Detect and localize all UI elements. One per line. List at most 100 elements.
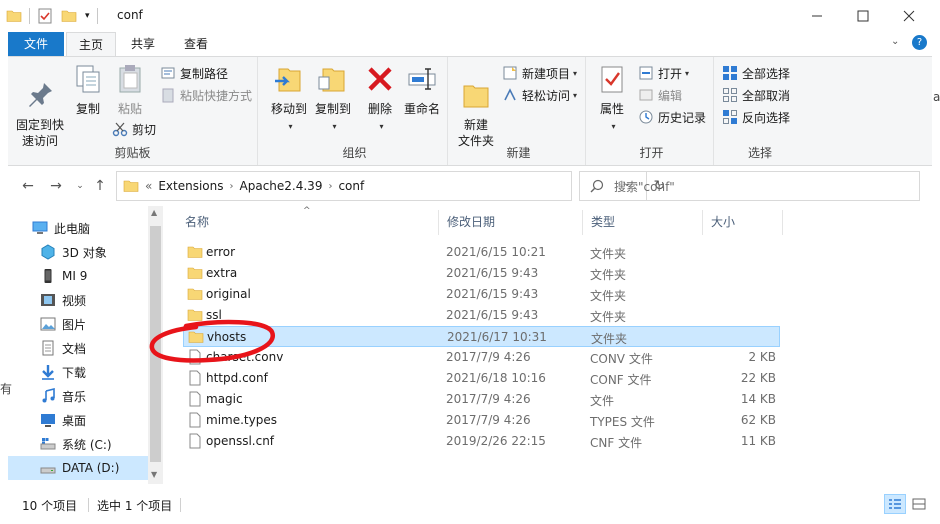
table-row[interactable]: extra 2021/6/15 9:43 文件夹 [183, 263, 780, 284]
new-folder-icon[interactable] [61, 8, 77, 24]
help-icon[interactable]: ? [912, 35, 927, 50]
nav-item-documents[interactable]: 文档 [8, 336, 148, 360]
breadcrumb-apache[interactable]: Apache2.4.39 [240, 179, 323, 193]
chevron-down-icon: ▾ [611, 122, 616, 131]
nav-item-downloads[interactable]: 下载 [8, 360, 148, 384]
edit-button[interactable]: 编辑 [638, 85, 682, 105]
scroll-up-icon[interactable]: ▲ [151, 208, 157, 217]
table-row[interactable]: mime.types 2017/7/9 4:26 TYPES 文件 62 KB [183, 410, 780, 431]
address-bar[interactable]: « Extensions › Apache2.4.39 › conf ⌄ ↻ [116, 171, 665, 201]
select-all-button[interactable]: 全部选择 [722, 63, 790, 83]
nav-item-desktop[interactable]: 桌面 [8, 408, 148, 432]
invert-selection-icon [723, 110, 737, 124]
chevron-down-icon: ⌄ [76, 181, 84, 191]
table-row[interactable]: openssl.cnf 2019/2/26 22:15 CNF 文件 11 KB [183, 431, 780, 452]
copy-to-icon [318, 68, 345, 92]
search-input[interactable]: 搜索"conf" [579, 171, 920, 201]
rename-button[interactable]: 重命名 [400, 63, 444, 117]
cut-label: 剪切 [132, 122, 157, 137]
table-row[interactable]: magic 2017/7/9 4:26 文件 14 KB [183, 389, 780, 410]
tab-file[interactable]: 文件 [8, 32, 64, 56]
scroll-down-icon[interactable]: ▼ [151, 470, 157, 479]
navigation-pane: 此电脑 3D 对象 MI 9 视频 图片 文档 下载 音乐 桌面 系统 (C:)… [8, 206, 148, 484]
breadcrumb-conf[interactable]: conf [338, 179, 364, 193]
move-to-icon [275, 68, 301, 92]
invert-selection-button[interactable]: 反向选择 [722, 107, 790, 127]
forward-button[interactable]: → [46, 176, 66, 196]
paste-shortcut-button[interactable]: 粘贴快捷方式 [160, 85, 252, 105]
maximize-icon [857, 10, 869, 22]
properties-label: 属性 [599, 102, 624, 116]
copy-to-button[interactable]: 复制到 ▾ [310, 63, 356, 135]
file-date: 2017/7/9 4:26 [446, 350, 531, 364]
nav-item-this-pc[interactable]: 此电脑 [8, 216, 148, 240]
table-row[interactable]: httpd.conf 2021/6/18 10:16 CONF 文件 22 KB [183, 368, 780, 389]
select-none-label: 全部取消 [742, 88, 791, 103]
nav-item-drive-d[interactable]: DATA (D:) [8, 456, 148, 480]
copy-path-icon [161, 67, 175, 79]
chevron-right-icon[interactable]: › [328, 181, 332, 192]
column-header-date[interactable]: 修改日期 [439, 210, 583, 235]
file-date: 2017/7/9 4:26 [446, 413, 531, 427]
search-icon [590, 179, 604, 193]
file-type: CONF 文件 [590, 373, 652, 387]
large-icons-view-icon [912, 498, 926, 510]
copy-path-button[interactable]: 复制路径 [160, 63, 228, 83]
details-view-button[interactable] [884, 494, 906, 514]
delete-button[interactable]: 删除 ▾ [362, 63, 398, 135]
up-button[interactable]: ↑ [90, 176, 110, 196]
chevron-down-icon: ▾ [288, 122, 293, 131]
column-header-type[interactable]: 类型 [583, 210, 703, 235]
pin-to-quick-access-button[interactable]: 固定到快 速访问 [14, 63, 66, 149]
properties-check-icon[interactable] [37, 8, 53, 24]
cut-button[interactable]: 剪切 [112, 119, 156, 139]
open-icon [639, 66, 653, 80]
recent-locations-button[interactable]: ⌄ [70, 176, 90, 196]
tab-share[interactable]: 共享 [118, 32, 168, 56]
back-button[interactable]: ← [18, 176, 38, 196]
select-all-icon [723, 66, 737, 80]
close-button[interactable] [886, 0, 932, 32]
history-button[interactable]: 历史记录 [638, 107, 706, 127]
new-folder-button[interactable]: 新建 文件夹 [454, 63, 498, 149]
chevron-right-icon[interactable]: › [230, 181, 234, 192]
minimize-button[interactable] [794, 0, 840, 32]
column-header-size[interactable]: 大小 [703, 210, 783, 235]
tab-view[interactable]: 查看 [170, 32, 222, 56]
properties-button[interactable]: 属性 ▾ [592, 63, 632, 135]
breadcrumb-overflow[interactable]: « [145, 179, 152, 193]
file-date: 2021/6/15 9:43 [446, 287, 539, 301]
file-type: 文件夹 [590, 289, 627, 303]
nav-item-drive-c[interactable]: 系统 (C:) [8, 432, 148, 456]
nav-item-videos[interactable]: 视频 [8, 288, 148, 312]
open-button[interactable]: 打开 ▾ [638, 63, 689, 83]
breadcrumb-extensions[interactable]: Extensions [158, 179, 223, 193]
title-bar: ▾ conf [0, 0, 940, 32]
nav-item-pictures[interactable]: 图片 [8, 312, 148, 336]
customize-toolbar-chevron-icon[interactable]: ▾ [85, 11, 90, 21]
nav-item-3d-objects[interactable]: 3D 对象 [8, 240, 148, 264]
maximize-button[interactable] [840, 0, 886, 32]
paste-shortcut-label: 粘贴快捷方式 [180, 88, 253, 103]
large-icons-view-button[interactable] [908, 494, 930, 514]
nav-item-mi9[interactable]: MI 9 [8, 264, 148, 288]
nav-item-music[interactable]: 音乐 [8, 384, 148, 408]
new-item-button[interactable]: 新建项目 ▾ [502, 63, 577, 83]
history-label: 历史记录 [658, 110, 707, 125]
move-to-button[interactable]: 移动到 ▾ [266, 63, 312, 135]
file-date: 2019/2/26 22:15 [446, 434, 546, 448]
table-row[interactable]: error 2021/6/15 10:21 文件夹 [183, 242, 780, 263]
collapse-ribbon-chevron-icon[interactable]: ⌄ [891, 36, 899, 47]
easy-access-button[interactable]: 轻松访问 ▾ [502, 85, 577, 105]
table-row[interactable]: original 2021/6/15 9:43 文件夹 [183, 284, 780, 305]
nav-item-label: 桌面 [62, 413, 87, 428]
paste-button[interactable]: 粘贴 [110, 63, 150, 117]
column-header-name[interactable]: 名称 [177, 210, 439, 235]
close-icon [903, 10, 915, 22]
tab-home[interactable]: 主页 [66, 32, 116, 56]
folder-icon [123, 180, 139, 192]
file-type: TYPES 文件 [590, 415, 655, 429]
new-group: 新建 文件夹 新建项目 ▾ 轻松访问 ▾ 新建 [452, 57, 586, 165]
select-none-button[interactable]: 全部取消 [722, 85, 790, 105]
copy-button[interactable]: 复制 [68, 63, 108, 117]
